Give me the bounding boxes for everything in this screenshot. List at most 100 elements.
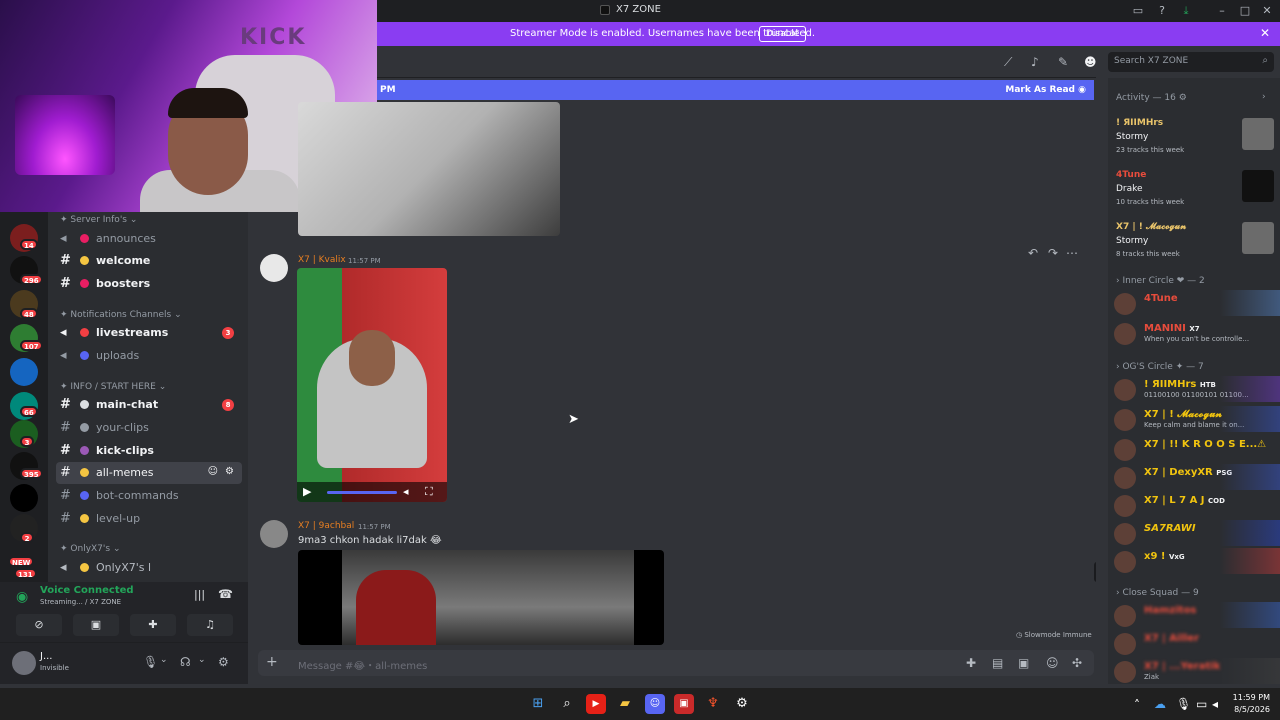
pin-icon[interactable]: ✎	[1058, 55, 1068, 69]
clock-date[interactable]: 8/5/2026	[1232, 705, 1270, 714]
channel-uploads[interactable]: ◂ uploads	[56, 345, 242, 367]
channel-bot-commands[interactable]: # bot-commands	[56, 485, 242, 507]
volume-icon[interactable]: ◂	[1212, 697, 1218, 711]
disconnect-icon[interactable]: ☎	[218, 587, 233, 601]
activity-card[interactable]: 4Tune Drake 10 tracks this week	[1114, 168, 1274, 216]
volume-icon[interactable]: ◂	[403, 485, 409, 498]
channel-all-memes[interactable]: # all-memes ☺ ⚙	[56, 462, 242, 484]
threads-icon[interactable]: ⟋	[1004, 55, 1012, 70]
search-box[interactable]: Search X7 ZONE ⌕	[1108, 52, 1274, 72]
message-input[interactable]: Message #😂・all-memes	[298, 657, 427, 672]
channel-announces[interactable]: ◂ announces	[56, 228, 242, 250]
search-icon[interactable]: ⌕	[557, 694, 577, 714]
help-icon[interactable]: ?	[1154, 3, 1170, 19]
headphones-icon[interactable]: ☊	[180, 655, 191, 669]
mark-as-read-button[interactable]: Mark As Read ◉	[1005, 85, 1086, 95]
forward-icon[interactable]: ↷	[1048, 246, 1058, 260]
activity-card[interactable]: ! ЯIIMHrs Stormy 23 tracks this week	[1114, 116, 1274, 164]
chevron-down-icon[interactable]: ⌄	[160, 655, 168, 665]
server-icon[interactable]	[10, 358, 38, 386]
add-attachment-icon[interactable]: +	[266, 654, 278, 670]
windows-start-icon[interactable]: ⊞	[528, 694, 548, 714]
channel-boosters[interactable]: # boosters	[56, 273, 242, 295]
avatar[interactable]	[260, 254, 288, 282]
chevron-up-icon[interactable]: ˄	[1134, 698, 1140, 712]
apps-icon[interactable]: ✣	[1072, 656, 1082, 670]
search-input[interactable]: Search X7 ZONE	[1114, 56, 1188, 66]
scrollbar[interactable]	[1094, 562, 1096, 582]
reply-icon[interactable]: ↶	[1028, 246, 1038, 260]
new-messages-bar[interactable]: PM Mark As Read ◉	[376, 80, 1094, 100]
member-item[interactable]: Hamzitos	[1114, 602, 1280, 628]
avatar[interactable]	[260, 520, 288, 548]
close-icon[interactable]: ✕	[1260, 26, 1270, 40]
video-attachment[interactable]	[298, 550, 664, 645]
message-author[interactable]: X7 | 9achbal	[298, 521, 354, 531]
discord-icon[interactable]: ☺	[645, 694, 665, 714]
member-item[interactable]: X7 | !! K R O O S E...⚠	[1114, 436, 1280, 462]
channel-main-chat[interactable]: # main-chat 8	[56, 394, 242, 416]
video-attachment[interactable]: ▶ ◂ ⛶	[297, 268, 447, 502]
cloud-icon[interactable]: ☁	[1154, 697, 1166, 711]
server-icon[interactable]	[10, 484, 38, 512]
voice-status[interactable]: Voice Connected	[40, 585, 134, 596]
channel-kick-clips[interactable]: # kick-clips	[56, 440, 242, 462]
emoji-icon[interactable]: ☺	[1046, 656, 1059, 670]
voice-channel[interactable]: Streaming... / X7 ZONE	[40, 598, 121, 606]
gif-icon[interactable]: ▤	[992, 656, 1003, 670]
app-icon[interactable]: ▣	[674, 694, 694, 714]
member-item[interactable]: SA7RAWI	[1114, 520, 1280, 546]
more-icon[interactable]: ⋯	[1066, 246, 1078, 260]
close-window-button[interactable]: ✕	[1259, 3, 1275, 19]
camera-off-button[interactable]: ⊘	[16, 614, 62, 636]
member-item[interactable]: x9 ! VxG	[1114, 548, 1280, 574]
search-icon[interactable]: ⌕	[1262, 55, 1268, 66]
category-info[interactable]: ✦ INFO / START HERE ⌄	[60, 382, 166, 392]
member-item[interactable]: 4Tune	[1114, 290, 1280, 316]
youtube-icon[interactable]: ▶	[586, 694, 606, 714]
gear-icon[interactable]: ⚙	[1179, 93, 1187, 103]
screenshare-button[interactable]: ▣	[73, 614, 119, 636]
username[interactable]: J...	[40, 651, 53, 662]
inbox-icon[interactable]: ▭	[1130, 3, 1146, 19]
invite-icon[interactable]: ☺	[208, 466, 218, 477]
gear-icon[interactable]: ⚙	[225, 466, 234, 477]
maximize-button[interactable]: □	[1237, 3, 1253, 19]
settings-app-icon[interactable]: ⚙	[732, 694, 752, 714]
channel-onlyx7[interactable]: ◂ OnlyX7's l	[56, 557, 242, 579]
gift-icon[interactable]: ✚	[966, 656, 976, 670]
sticker-icon[interactable]: ▣	[1018, 656, 1029, 670]
category-server-infos[interactable]: ✦ Server Info's ⌄	[60, 215, 137, 225]
avatar[interactable]	[12, 651, 36, 675]
gear-icon[interactable]: ⚙	[218, 655, 229, 669]
message-author[interactable]: X7 | Kvalix	[298, 255, 346, 265]
member-item[interactable]: ! ЯIIMHrs HTB 01100100 01100101 01100...	[1114, 376, 1280, 402]
brave-icon[interactable]: ♆	[703, 694, 723, 714]
download-icon[interactable]: ⤓	[1178, 3, 1194, 19]
category-onlyx7[interactable]: ✦ OnlyX7's ⌄	[60, 544, 120, 554]
channel-livestreams[interactable]: ◂ livestreams 3	[56, 322, 242, 344]
member-item[interactable]: X7 | ! 𝓜𝓪𝓬𝓸𝓰𝓾𝓷 Keep calm and blame it on.…	[1114, 406, 1280, 432]
clock-time[interactable]: 11:59 PM	[1232, 693, 1270, 702]
network-icon[interactable]: ▭	[1196, 697, 1207, 711]
minimize-button[interactable]: –	[1214, 3, 1230, 19]
member-list-icon[interactable]: ☻	[1084, 55, 1097, 69]
member-item[interactable]: X7 | ...Yeratik Ziak	[1114, 658, 1280, 684]
bell-icon[interactable]: ♪	[1031, 55, 1039, 69]
noise-suppression-icon[interactable]: |||	[194, 588, 205, 601]
video-attachment[interactable]	[298, 102, 560, 236]
member-item[interactable]: MANINI X7 When you can't be controlle...	[1114, 320, 1280, 346]
microphone-icon[interactable]: 🎙	[143, 655, 158, 669]
chevron-right-icon[interactable]: ›	[1262, 92, 1266, 102]
microphone-icon[interactable]: 🎙	[1176, 697, 1191, 711]
fullscreen-icon[interactable]: ⛶	[425, 485, 433, 499]
video-progress[interactable]	[327, 491, 397, 494]
channel-welcome[interactable]: # welcome	[56, 250, 242, 272]
soundboard-button[interactable]: ♫	[187, 614, 233, 636]
category-notifications[interactable]: ✦ Notifications Channels ⌄	[60, 310, 182, 320]
activities-button[interactable]: ✚	[130, 614, 176, 636]
disable-button[interactable]: Disable	[759, 26, 807, 42]
play-icon[interactable]: ▶	[303, 485, 311, 498]
member-item[interactable]: X7 | Ailler	[1114, 630, 1280, 656]
file-explorer-icon[interactable]: ▰	[615, 694, 635, 714]
